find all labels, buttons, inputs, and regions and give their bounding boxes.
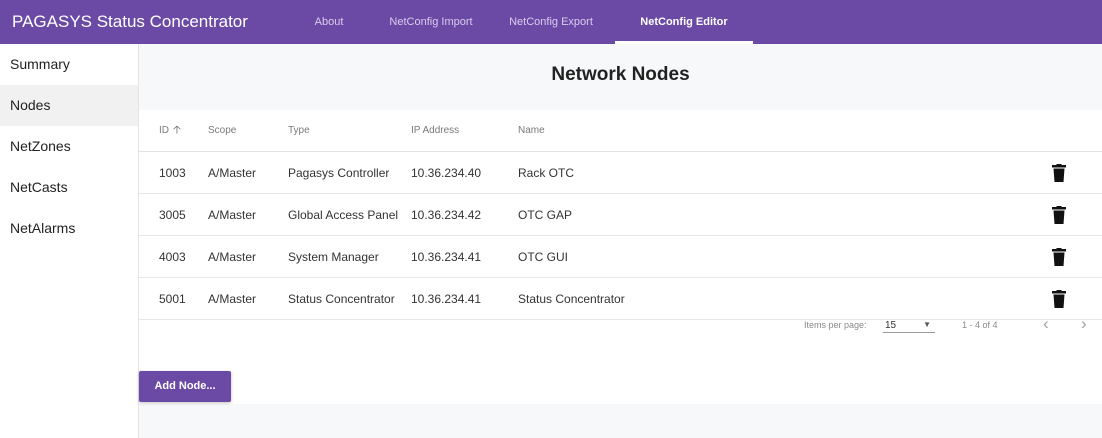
column-header-name[interactable]: Name (518, 125, 545, 136)
trash-icon[interactable] (1052, 289, 1066, 308)
cell-ip: 10.36.234.41 (411, 249, 482, 264)
cell-ip: 10.36.234.40 (411, 165, 482, 180)
sidebar-item-netzones[interactable]: NetZones (0, 126, 138, 167)
cell-name: Rack OTC (518, 165, 575, 180)
column-header-id[interactable]: ID 🡡 (159, 121, 181, 140)
items-per-page-value: 15 (885, 320, 897, 331)
trash-icon[interactable] (1052, 205, 1066, 224)
tab-netconfig-editor[interactable]: NetConfig Editor (615, 0, 753, 44)
cell-name: Status Concentrator (518, 291, 625, 306)
cell-ip: 10.36.234.42 (411, 207, 482, 222)
items-per-page-select[interactable]: 15 ▼ (883, 315, 935, 333)
cell-type: System Manager (288, 249, 379, 264)
sidebar-item-nodes[interactable]: Nodes (0, 85, 138, 126)
trash-icon[interactable] (1052, 163, 1066, 182)
column-header-id-label: ID (159, 125, 169, 136)
column-header-scope[interactable]: Scope (208, 125, 236, 136)
table-header: ID 🡡 Scope Type IP Address Name (139, 110, 1102, 152)
cell-id: 5001 (159, 291, 186, 306)
cell-ip: 10.36.234.41 (411, 291, 482, 306)
sidebar: Summary Nodes NetZones NetCasts NetAlarm… (0, 44, 139, 438)
caret-down-icon: ▼ (923, 320, 931, 329)
table-row[interactable]: 3005 A/Master Global Access Panel 10.36.… (139, 194, 1102, 236)
chevron-left-icon[interactable]: ‹ (1043, 314, 1049, 334)
sidebar-item-netalarms[interactable]: NetAlarms (0, 208, 138, 249)
cell-name: OTC GUI (518, 249, 568, 264)
nodes-table: ID 🡡 Scope Type IP Address Name 1003 A/Ma… (139, 110, 1102, 404)
main-content: Network Nodes ID 🡡 Scope Type IP Address … (139, 44, 1102, 438)
cell-name: OTC GAP (518, 207, 573, 222)
cell-scope: A/Master (208, 207, 257, 222)
tab-netconfig-export[interactable]: NetConfig Export (487, 0, 615, 44)
table-row[interactable]: 4003 A/Master System Manager 10.36.234.4… (139, 236, 1102, 278)
page-range: 1 - 4 of 4 (962, 320, 998, 330)
page-title: Network Nodes (551, 64, 690, 85)
cell-scope: A/Master (208, 165, 257, 180)
cell-scope: A/Master (208, 291, 257, 306)
arrow-up-icon: 🡡 (173, 124, 181, 136)
tab-about[interactable]: About (283, 0, 375, 44)
cell-type: Status Concentrator (288, 291, 395, 306)
cell-id: 1003 (159, 165, 186, 180)
tab-netconfig-import[interactable]: NetConfig Import (375, 0, 487, 44)
table-row[interactable]: 1003 A/Master Pagasys Controller 10.36.2… (139, 152, 1102, 194)
paginator: Items per page: 15 ▼ 1 - 4 of 4 ‹ › (139, 310, 1102, 340)
add-node-button[interactable]: Add Node... (139, 371, 231, 402)
cell-id: 3005 (159, 207, 186, 222)
cell-id: 4003 (159, 249, 186, 264)
items-per-page-label: Items per page: (804, 320, 867, 330)
column-header-type[interactable]: Type (288, 125, 310, 136)
trash-icon[interactable] (1052, 247, 1066, 266)
sidebar-item-summary[interactable]: Summary (0, 44, 138, 85)
chevron-right-icon[interactable]: › (1081, 314, 1087, 334)
sidebar-item-netcasts[interactable]: NetCasts (0, 167, 138, 208)
app-title: PAGASYS Status Concentrator (12, 12, 248, 31)
app-bar: PAGASYS Status Concentrator About NetCon… (0, 0, 1102, 44)
cell-scope: A/Master (208, 249, 257, 264)
cell-type: Global Access Panel (288, 207, 399, 222)
cell-type: Pagasys Controller (288, 165, 390, 180)
column-header-ip[interactable]: IP Address (411, 125, 459, 136)
